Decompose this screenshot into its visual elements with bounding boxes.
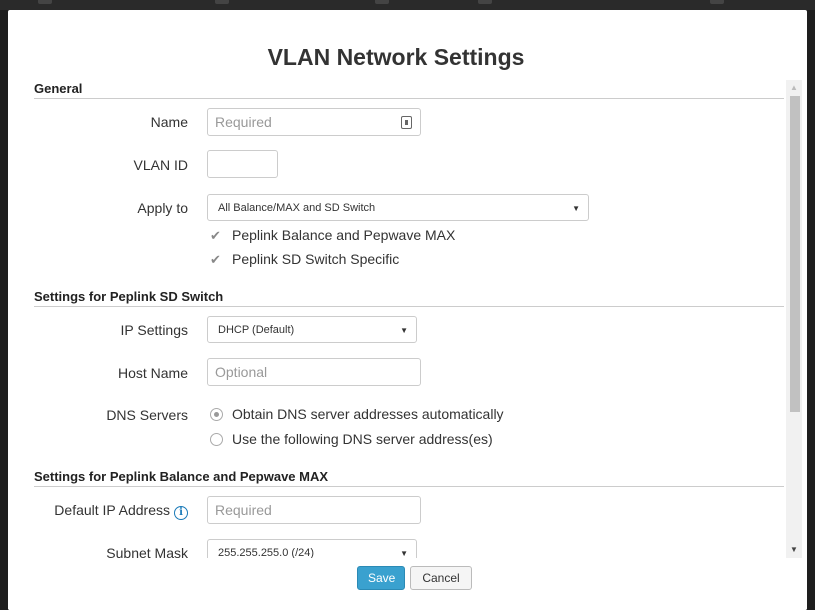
default-ip-input[interactable]: Required	[207, 496, 421, 524]
host-name-placeholder: Optional	[215, 364, 268, 380]
scroll-down-arrow-icon[interactable]: ▼	[786, 542, 802, 558]
save-button[interactable]: Save	[357, 566, 405, 590]
dialog-footer: Save Cancel	[8, 558, 807, 610]
chevron-down-icon: ▼	[400, 549, 408, 558]
background-icon	[710, 0, 724, 4]
dialog-title: VLAN Network Settings	[267, 44, 525, 70]
radio-dns-manual[interactable]: Use the following DNS server address(es)	[210, 430, 493, 448]
background-icon	[38, 0, 52, 4]
chevron-down-icon: ▼	[572, 204, 580, 213]
vertical-scrollbar[interactable]: ▲ ▼	[786, 80, 802, 558]
default-ip-label: Default IP Address i	[8, 502, 188, 520]
checkmark-icon: ✔	[210, 252, 221, 267]
chevron-down-icon: ▼	[400, 326, 408, 335]
checkbox-balance-label: Peplink Balance and Pepwave MAX	[232, 227, 456, 243]
dns-servers-label: DNS Servers	[106, 407, 188, 423]
checkbox-balance[interactable]: ✔ Peplink Balance and Pepwave MAX	[210, 226, 455, 244]
radio-dns-auto-label: Obtain DNS server addresses automaticall…	[232, 406, 504, 422]
radio-dns-auto[interactable]: Obtain DNS server addresses automaticall…	[210, 405, 504, 423]
ip-settings-value: DHCP (Default)	[218, 324, 295, 336]
host-name-label: Host Name	[117, 365, 188, 381]
checkmark-icon: ✔	[210, 228, 221, 243]
apply-to-label: Apply to	[137, 200, 188, 216]
password-manager-icon[interactable]	[401, 116, 412, 129]
radio-dns-manual-label: Use the following DNS server address(es)	[232, 431, 493, 447]
background-toolbar	[0, 0, 815, 10]
default-ip-label-text: Default IP Address	[54, 502, 170, 518]
section-sd-switch-header: Settings for Peplink SD Switch	[34, 289, 784, 307]
scrollbar-thumb[interactable]	[790, 96, 800, 412]
vlan-id-label: VLAN ID	[133, 157, 188, 173]
apply-to-select[interactable]: All Balance/MAX and SD Switch ▼	[207, 194, 589, 221]
dialog-content: VLAN Network Settings General Name Requi…	[8, 10, 784, 558]
section-general-header: General	[34, 81, 784, 99]
radio-button[interactable]	[210, 433, 223, 446]
name-input[interactable]: Required	[207, 108, 421, 136]
background-icon	[375, 0, 389, 4]
info-icon[interactable]: i	[174, 506, 188, 520]
vlan-id-input[interactable]	[207, 150, 278, 178]
ip-settings-select[interactable]: DHCP (Default) ▼	[207, 316, 417, 343]
checkbox-sd-switch-label: Peplink SD Switch Specific	[232, 251, 400, 267]
name-label: Name	[150, 114, 188, 130]
ip-settings-label: IP Settings	[120, 322, 188, 338]
cancel-button[interactable]: Cancel	[410, 566, 472, 590]
vlan-settings-dialog: VLAN Network Settings General Name Requi…	[8, 10, 807, 610]
radio-button-selected[interactable]	[210, 408, 223, 421]
subnet-mask-select[interactable]: 255.255.255.0 (/24) ▼	[207, 539, 417, 558]
scroll-up-arrow-icon[interactable]: ▲	[786, 80, 802, 96]
apply-to-value: All Balance/MAX and SD Switch	[218, 202, 376, 214]
default-ip-placeholder: Required	[215, 502, 272, 518]
background-icon	[478, 0, 492, 4]
subnet-mask-value: 255.255.255.0 (/24)	[218, 547, 315, 558]
section-balance-header: Settings for Peplink Balance and Pepwave…	[34, 469, 784, 487]
name-placeholder: Required	[215, 114, 272, 130]
host-name-input[interactable]: Optional	[207, 358, 421, 386]
subnet-mask-label: Subnet Mask	[106, 545, 188, 558]
background-icon	[215, 0, 229, 4]
checkbox-sd-switch[interactable]: ✔ Peplink SD Switch Specific	[210, 250, 399, 268]
